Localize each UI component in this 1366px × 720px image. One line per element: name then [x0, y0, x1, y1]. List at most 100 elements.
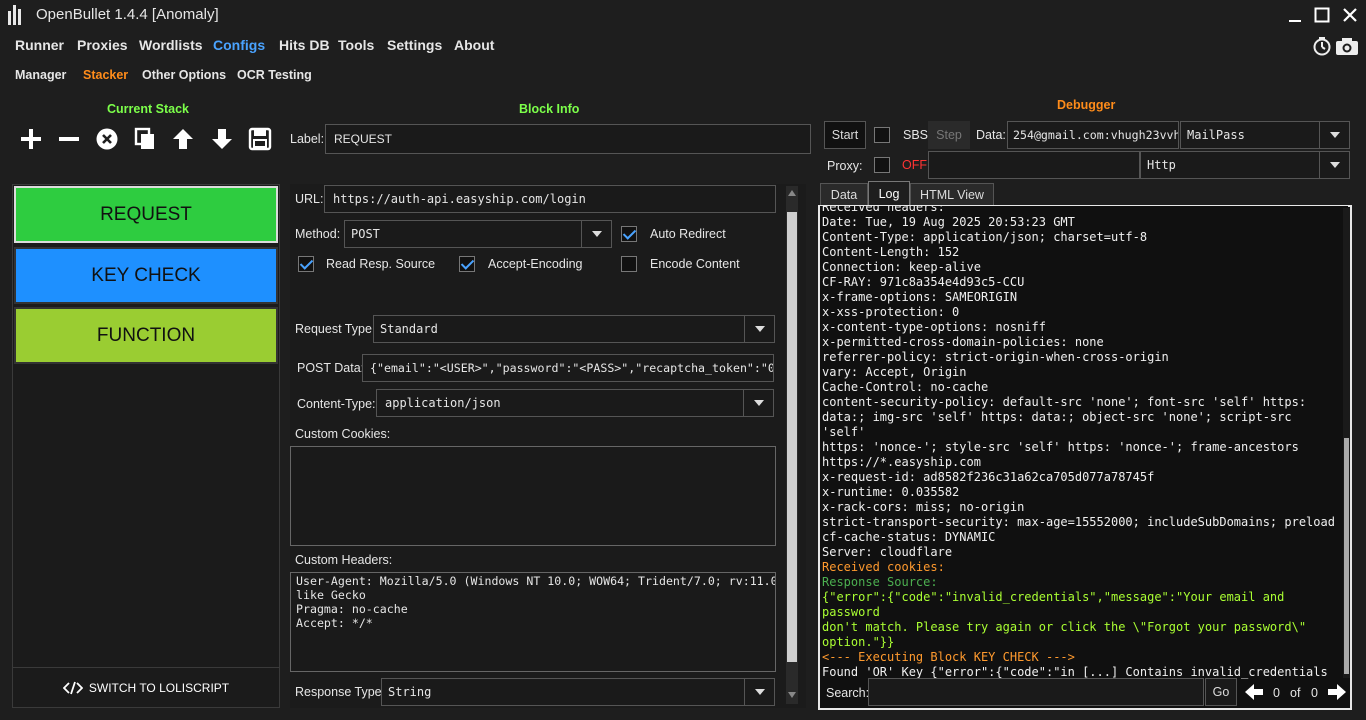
chevron-down-icon	[744, 316, 774, 342]
chevron-down-icon	[744, 679, 774, 705]
custom-headers-textarea[interactable]: User-Agent: Mozilla/5.0 (Windows NT 10.0…	[290, 572, 776, 672]
nav-proxies[interactable]: Proxies	[77, 37, 128, 53]
stack-block-key-check[interactable]: KEY CHECK	[14, 247, 278, 304]
content-type-caption: Content-Type:	[297, 397, 376, 411]
title-bar: OpenBullet 1.4.4 [Anomaly]	[0, 0, 1366, 30]
method-caption: Method:	[295, 227, 341, 241]
encode-content-label: Encode Content	[650, 257, 740, 271]
log-line: CF-RAY: 971c8a354e4d93c5-CCU	[822, 275, 1025, 289]
move-down-icon[interactable]	[209, 126, 235, 152]
proxy-checkbox[interactable]	[874, 157, 890, 173]
match-total: 0	[1311, 686, 1318, 700]
data-input[interactable]: 254@gmail.com:vhugh23vvh	[1007, 121, 1179, 149]
arrow-left-icon[interactable]	[1243, 682, 1265, 702]
wordlist-type-value: MailPass	[1187, 128, 1245, 142]
add-block-icon[interactable]	[18, 126, 44, 152]
label-caption: Label:	[290, 132, 325, 146]
log-line: Received headers:	[822, 206, 945, 214]
go-button[interactable]: Go	[1205, 678, 1237, 706]
post-data-input[interactable]: {"email":"<USER>","password":"<PASS>","r…	[362, 354, 774, 382]
search-caption: Search:	[826, 686, 870, 700]
method-value: POST	[351, 227, 380, 241]
start-button[interactable]: Start	[824, 121, 866, 149]
subnav-other-options[interactable]: Other Options	[142, 68, 226, 82]
request-type-value: Standard	[380, 322, 438, 336]
log-line: Response Source:	[822, 575, 938, 589]
log-line: strict-transport-security: max-age=15552…	[822, 515, 1335, 529]
response-type-caption: Response Type:	[295, 685, 386, 699]
minimize-button[interactable]	[1284, 4, 1306, 26]
chevron-down-icon	[1319, 152, 1349, 178]
subnav-stacker[interactable]: Stacker	[83, 68, 128, 82]
move-up-icon[interactable]	[170, 126, 196, 152]
search-input[interactable]	[868, 678, 1204, 706]
close-button[interactable]	[1339, 4, 1361, 26]
method-select[interactable]: POST	[344, 220, 612, 248]
log-line: x-content-type-options: nosniff	[822, 320, 1046, 334]
clear-blocks-icon[interactable]	[94, 126, 120, 152]
log-line: referrer-policy: strict-origin-when-cros…	[822, 350, 1169, 364]
proxy-type-select[interactable]: Http	[1140, 151, 1350, 179]
sbs-label: SBS	[903, 128, 929, 142]
log-line: x-request-id: ad8582f236c31a62ca705d077a…	[822, 470, 1155, 484]
screenshot-icon[interactable]	[1335, 36, 1359, 56]
block-info-title: Block Info	[519, 102, 580, 116]
encode-content-checkbox[interactable]	[621, 256, 637, 272]
tab-data[interactable]: Data	[820, 183, 868, 205]
log-scrollbar[interactable]	[1343, 208, 1350, 678]
chevron-down-icon	[743, 390, 773, 416]
log-line: cf-cache-status: DYNAMIC	[822, 530, 996, 544]
nav-wordlists[interactable]: Wordlists	[139, 37, 203, 53]
label-input[interactable]: REQUEST	[325, 124, 811, 154]
arrow-right-icon[interactable]	[1326, 682, 1348, 702]
chevron-down-icon	[581, 221, 611, 247]
timer-icon[interactable]	[1311, 36, 1333, 56]
auto-redirect-checkbox[interactable]	[621, 226, 637, 242]
debugger-log[interactable]: Received headers: Date: Tue, 19 Aug 2025 …	[820, 206, 1348, 680]
chevron-down-icon	[1319, 122, 1349, 148]
switch-to-loliscript-button[interactable]: SWITCH TO LOLISCRIPT	[12, 668, 280, 708]
log-line: Server: cloudflare	[822, 545, 953, 559]
subnav-ocr-testing[interactable]: OCR Testing	[237, 68, 312, 82]
content-type-select[interactable]: application/json	[376, 389, 774, 417]
nav-configs[interactable]: Configs	[213, 37, 265, 53]
nav-hits-db[interactable]: Hits DB	[279, 37, 330, 53]
request-type-caption: Request Type:	[295, 322, 376, 336]
maximize-button[interactable]	[1311, 4, 1333, 26]
read-resp-source-checkbox[interactable]	[298, 256, 314, 272]
match-of: of	[1290, 686, 1301, 700]
tab-html-view[interactable]: HTML View	[910, 183, 994, 205]
save-icon[interactable]	[247, 126, 273, 152]
accept-encoding-checkbox[interactable]	[459, 256, 475, 272]
debugger-title: Debugger	[1057, 98, 1116, 112]
nav-settings[interactable]: Settings	[387, 37, 442, 53]
custom-cookies-textarea[interactable]	[290, 446, 776, 546]
read-resp-source-label: Read Resp. Source	[326, 257, 436, 271]
log-line: Content-Type: application/json; charset=…	[822, 230, 1148, 244]
nav-about[interactable]: About	[454, 37, 494, 53]
remove-block-icon[interactable]	[56, 126, 82, 152]
log-line: content-security-policy: default-src 'no…	[822, 395, 1307, 469]
sbs-checkbox[interactable]	[874, 127, 890, 143]
url-input[interactable]: https://auth-api.easyship.com/login	[324, 185, 776, 213]
step-button[interactable]: Step	[928, 121, 970, 149]
subnav-manager[interactable]: Manager	[15, 68, 66, 82]
proxy-input[interactable]	[928, 151, 1140, 179]
tab-log[interactable]: Log	[868, 181, 910, 206]
nav-tools[interactable]: Tools	[338, 37, 374, 53]
log-line: vary: Accept, Origin	[822, 365, 967, 379]
stack-block-function[interactable]: FUNCTION	[14, 307, 278, 364]
response-type-value: String	[388, 685, 432, 699]
log-line: Content-Length: 152	[822, 245, 960, 259]
response-type-select[interactable]: String	[381, 678, 775, 706]
wordlist-type-select[interactable]: MailPass	[1180, 121, 1350, 149]
block-info-scrollbar[interactable]	[786, 186, 798, 704]
clone-block-icon[interactable]	[132, 126, 158, 152]
nav-runner[interactable]: Runner	[15, 37, 64, 53]
stack-block-request[interactable]: REQUEST	[14, 186, 278, 243]
post-data-caption: POST Data:	[297, 361, 365, 375]
match-index: 0	[1273, 686, 1280, 700]
request-type-select[interactable]: Standard	[373, 315, 775, 343]
log-line: x-permitted-cross-domain-policies: none	[822, 335, 1104, 349]
proxy-caption: Proxy:	[827, 159, 863, 173]
